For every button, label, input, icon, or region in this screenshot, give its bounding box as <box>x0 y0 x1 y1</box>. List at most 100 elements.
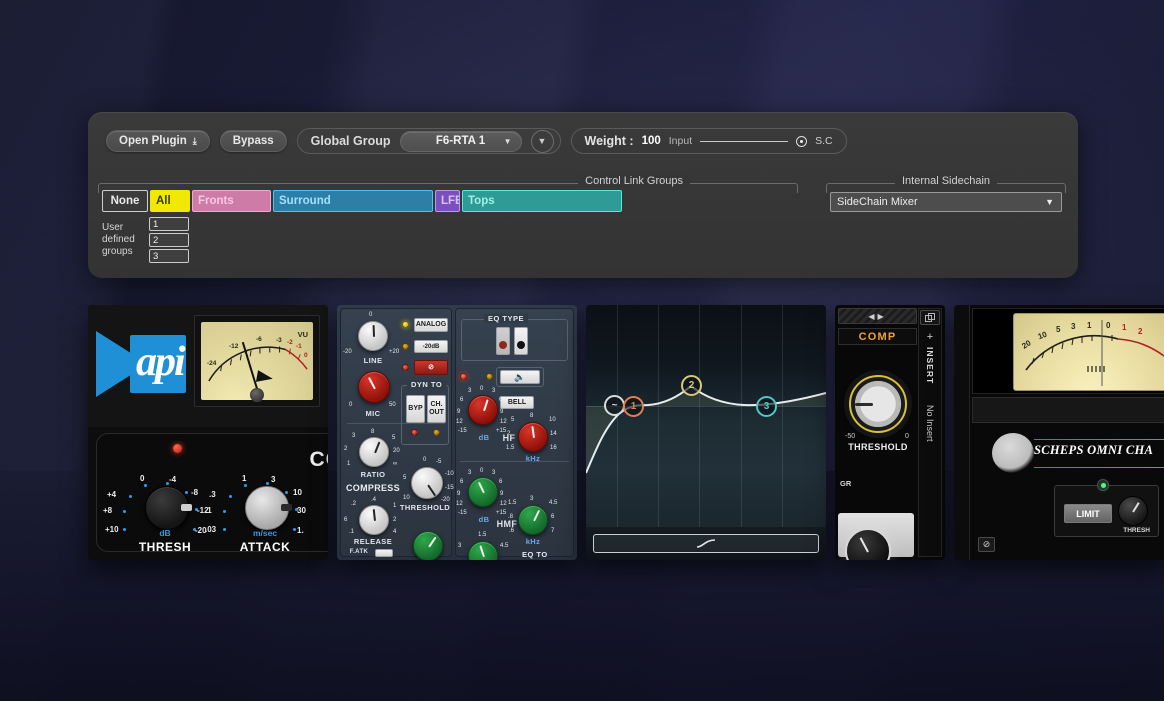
attack-tick-7: 1. <box>297 526 304 535</box>
bell-button[interactable]: BELL <box>500 396 534 409</box>
group-tag-lfe[interactable]: LFE <box>435 190 460 212</box>
hmf-freq-knob[interactable] <box>518 505 548 535</box>
thresh-name: THRESH <box>138 540 192 554</box>
rel-t4: 2 <box>393 517 397 523</box>
eq-curve-display[interactable]: ~ 1 2 3 <box>586 305 826 527</box>
scheps-tick-3: 3 <box>1071 322 1076 331</box>
eq-node-3[interactable]: 3 <box>756 396 777 417</box>
user-group-2[interactable]: 2 <box>149 233 189 247</box>
phase-invert-icon[interactable]: ⊘ <box>978 537 995 552</box>
api-brand-text: api <box>136 339 186 385</box>
global-group-select[interactable]: F6-RTA 1 ▼ <box>399 130 522 152</box>
vu-tick--6: -6 <box>256 336 262 343</box>
hmf-gain-knob[interactable] <box>468 477 498 507</box>
weight-slider[interactable] <box>700 140 789 142</box>
hfg-3: 6 <box>460 397 464 403</box>
attack-knob[interactable] <box>245 486 292 530</box>
eq-curve-panel[interactable]: ~ 1 2 3 <box>586 305 826 560</box>
scheps-omni-channel-panel[interactable]: 20 10 5 3 1 0 1 2 SCHEPS OMNI CHA LIMIT … <box>954 305 1164 560</box>
group-tag-surround[interactable]: Surround <box>273 190 433 212</box>
prev-next-icon[interactable]: ◀▶ <box>838 308 917 324</box>
hmg-6: 9 <box>500 491 504 497</box>
group-tag-tops[interactable]: Tops <box>462 190 622 212</box>
no-insert-label: No Insert <box>925 405 935 442</box>
compress-label: COMPRESS <box>346 483 400 493</box>
dyn-to-label: DYN TO <box>407 380 447 389</box>
lf-gain-knob[interactable] <box>413 531 443 560</box>
group-tag-all[interactable]: All <box>150 190 190 212</box>
open-plugin-button[interactable]: Open Plugin ⤓ <box>106 130 210 152</box>
sidechain-base <box>830 268 1062 272</box>
hmg-9: -15 <box>458 510 467 516</box>
neve-right-pane: EQ TYPE 🔈 BELL 0 3 3 6 6 9 9 12 12 -15 +… <box>455 308 574 560</box>
eq-response-curve <box>586 384 826 474</box>
thresh-knob-group: +10 +8 +4 0 -4 -8 -12 -20 dB THRESH <box>103 472 211 554</box>
sidechain-channels <box>830 216 1062 262</box>
thresh-knob[interactable] <box>145 486 192 530</box>
lmf-gain-knob[interactable] <box>468 541 498 560</box>
insert-column[interactable]: + INSERT No Insert <box>918 308 942 557</box>
user-group-3[interactable]: 3 <box>149 249 189 263</box>
limit-button[interactable]: LIMIT <box>1064 504 1112 523</box>
filter-shape-icon[interactable] <box>593 534 819 553</box>
eq-node-shape[interactable]: ~ <box>604 395 625 416</box>
fatk-switch[interactable] <box>375 549 393 557</box>
pad-button[interactable]: -20dB <box>414 340 448 353</box>
lmf-0: 1.5 <box>478 532 487 538</box>
vu-tick--2: -2 <box>287 339 293 346</box>
mic-knob[interactable] <box>358 371 390 403</box>
group-tag-none[interactable]: None <box>102 190 148 212</box>
limiter-thresh-knob[interactable] <box>1118 496 1148 526</box>
hmf-label: HMF <box>496 519 518 529</box>
comp-module-panel[interactable]: ◀▶ COMP -50 0 THRESHOLD GR + INSERT No I… <box>835 305 945 560</box>
ratio-knob[interactable] <box>359 437 389 467</box>
plugin-row: api -24 -12 -6 -3 -2 -1 0 VU C +10 +8 +4… <box>88 305 1164 560</box>
hf-freq-knob[interactable] <box>518 422 548 452</box>
hfg-2: 3 <box>492 388 496 394</box>
ratio-t2: 3 <box>352 433 356 439</box>
bypass-button[interactable]: Bypass <box>219 130 287 152</box>
attack-unit: m/sec <box>252 528 278 538</box>
ratio-t4: 8 <box>371 429 375 435</box>
group-tag-fronts[interactable]: Fronts <box>192 190 271 212</box>
neve-left-pane: 0 -20 +20 LINE 0 50 MIC 8 3 5 2 20 1 ∞ R… <box>340 308 454 560</box>
weight-value: 100 <box>641 135 661 147</box>
neve-channel-strip-panel[interactable]: 0 -20 +20 LINE 0 50 MIC 8 3 5 2 20 1 ∞ R… <box>337 305 577 560</box>
thresh-tick-2: +4 <box>107 490 117 499</box>
ch-out-button[interactable]: CH. OUT <box>427 395 446 423</box>
analog-button[interactable]: ANALOG <box>414 318 448 332</box>
ratio-name: RATIO <box>360 470 386 479</box>
hfg-9: -15 <box>458 428 467 434</box>
user-group-1[interactable]: 1 <box>149 217 189 231</box>
vu-tick-0: 0 <box>304 352 308 359</box>
expand-chevron-button[interactable]: ▼ <box>530 129 554 153</box>
vu-unit-label: VU <box>297 330 308 339</box>
comp-threshold-knob[interactable] <box>849 375 907 433</box>
scheps-tick-2r: 2 <box>1138 327 1143 336</box>
line-knob[interactable] <box>358 321 388 351</box>
byp-button[interactable]: BYP <box>406 395 425 423</box>
hmf-khz-unit: kHz <box>525 537 541 546</box>
nth-t6: 10 <box>403 495 410 501</box>
neve-threshold-knob[interactable] <box>411 467 443 499</box>
threshold-led <box>173 444 182 453</box>
phase-invert-icon[interactable]: ⊘ <box>414 360 448 375</box>
api-compressor-panel[interactable]: api -24 -12 -6 -3 -2 -1 0 VU C +10 +8 +4… <box>88 305 328 560</box>
eq-to-label: EQ TO <box>522 550 548 559</box>
api-vu-meter: -24 -12 -6 -3 -2 -1 0 VU <box>194 315 320 407</box>
hmg-1: 3 <box>468 470 472 476</box>
analog-led <box>402 321 409 328</box>
eq-node-2[interactable]: 2 <box>681 375 702 396</box>
window-icon[interactable] <box>920 310 940 325</box>
sidechain-toggle[interactable] <box>796 135 808 147</box>
hmg-0: 0 <box>480 468 484 474</box>
sidechain-mixer-select[interactable]: SideChain Mixer ▼ <box>830 192 1062 212</box>
speaker-icon[interactable]: 🔈 <box>500 370 540 384</box>
release-name: RELEASE <box>353 537 393 546</box>
hmff-1: 1.5 <box>508 500 517 506</box>
eq-node-1[interactable]: 1 <box>623 396 644 417</box>
eq-active-led <box>460 373 467 380</box>
hf-gain-knob[interactable] <box>468 395 498 425</box>
release-knob[interactable] <box>359 505 389 535</box>
insert-plus[interactable]: + <box>919 331 941 343</box>
